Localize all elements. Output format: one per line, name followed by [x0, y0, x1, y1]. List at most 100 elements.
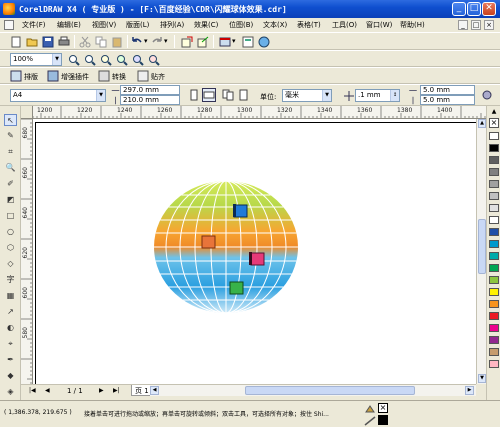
redo-dropdown-arrow[interactable]: ▾: [164, 37, 168, 45]
zoom-page-icon[interactable]: [132, 54, 144, 66]
portrait-icon[interactable]: [188, 89, 200, 101]
open-folder-icon[interactable]: [26, 36, 38, 48]
smart-fill-tool-icon[interactable]: ◩: [4, 194, 17, 206]
color-swatch[interactable]: [489, 132, 499, 140]
duplicate-y-input[interactable]: 5.0 mm: [420, 95, 475, 105]
color-swatch[interactable]: [489, 156, 499, 164]
color-swatch[interactable]: [489, 360, 499, 368]
redo-icon[interactable]: [151, 36, 163, 48]
dimension-tool-icon[interactable]: ↗: [4, 306, 17, 318]
zoom-selected-icon[interactable]: [100, 54, 112, 66]
color-swatch[interactable]: [489, 144, 499, 152]
all-pages-icon[interactable]: [222, 89, 234, 101]
color-swatch[interactable]: [489, 192, 499, 200]
menu-arrange[interactable]: 排列(A): [160, 20, 184, 30]
outline-indicator-icon[interactable]: [364, 416, 376, 426]
menu-effects[interactable]: 效果(C): [194, 20, 218, 30]
snap-button[interactable]: 贴齐: [151, 72, 165, 82]
ruler-origin[interactable]: [21, 106, 33, 119]
options-icon[interactable]: [481, 89, 493, 101]
trim-button[interactable]: 排版: [24, 72, 38, 82]
outline-color-swatch[interactable]: [378, 415, 388, 425]
close-button[interactable]: ✕: [482, 2, 496, 16]
zoom-out-icon[interactable]: [84, 54, 96, 66]
color-swatch[interactable]: [489, 228, 499, 236]
scroll-right-icon[interactable]: ▶: [465, 386, 474, 395]
zoom-in-icon[interactable]: [68, 54, 80, 66]
corel-online-icon[interactable]: [258, 36, 270, 48]
no-fill-swatch[interactable]: ×: [489, 118, 499, 128]
table-tool-icon[interactable]: ▦: [4, 290, 17, 302]
color-swatch[interactable]: [489, 312, 499, 320]
new-document-icon[interactable]: [10, 36, 22, 48]
zoom-page-width-icon[interactable]: [148, 54, 160, 66]
scroll-down-icon[interactable]: ▼: [478, 374, 486, 383]
menu-tools[interactable]: 工具(O): [332, 20, 357, 30]
color-swatch[interactable]: [489, 252, 499, 260]
vertical-ruler[interactable]: 680 660 640 620 600 580: [21, 119, 33, 384]
interactive-fill-tool-icon[interactable]: ◈: [4, 386, 17, 398]
crop-tool-icon[interactable]: ⌗: [4, 146, 17, 158]
menu-layout[interactable]: 版面(L): [126, 20, 149, 30]
color-swatch[interactable]: [489, 204, 499, 212]
doc-minimize-button[interactable]: _: [458, 20, 468, 30]
enhance-plugin-button[interactable]: 增强插件: [61, 72, 89, 82]
zoom-level-select[interactable]: 100% ▼: [10, 53, 62, 66]
coreldraw-app-icon[interactable]: [3, 3, 15, 15]
menu-help[interactable]: 帮助(H): [400, 20, 425, 30]
launcher-dropdown-arrow[interactable]: ▾: [232, 37, 236, 45]
duplicate-x-input[interactable]: 5.0 mm: [420, 85, 475, 95]
shape-tool-icon[interactable]: ✎: [4, 130, 17, 142]
color-swatch[interactable]: [489, 300, 499, 308]
green-square[interactable]: [229, 281, 244, 295]
minimize-button[interactable]: _: [452, 2, 466, 16]
horizontal-scrollbar[interactable]: ◀ ▶: [150, 384, 476, 396]
nudge-distance-input[interactable]: .1 mm ↕: [355, 89, 400, 102]
document-icon[interactable]: [4, 20, 14, 30]
fill-indicator-icon[interactable]: [364, 404, 376, 414]
first-page-button[interactable]: |◀: [29, 387, 36, 394]
color-swatch[interactable]: [489, 324, 499, 332]
current-page-icon[interactable]: [237, 89, 249, 101]
menu-text[interactable]: 文本(X): [263, 20, 287, 30]
basic-shapes-tool-icon[interactable]: ◇: [4, 258, 17, 270]
menu-table[interactable]: 表格(T): [297, 20, 321, 30]
save-icon[interactable]: [42, 36, 54, 48]
undo-dropdown-arrow[interactable]: ▾: [144, 37, 148, 45]
color-swatch[interactable]: [489, 288, 499, 296]
polygon-tool-icon[interactable]: ⬡: [4, 242, 17, 254]
zoom-all-objects-icon[interactable]: [116, 54, 128, 66]
color-swatch[interactable]: [489, 336, 499, 344]
menu-view[interactable]: 视图(V): [92, 20, 116, 30]
convert-button[interactable]: 转换: [112, 72, 126, 82]
outline-tool-icon[interactable]: ✒: [4, 354, 17, 366]
text-tool-icon[interactable]: 字: [4, 274, 17, 286]
maximize-button[interactable]: □: [467, 2, 481, 16]
previous-page-button[interactable]: ◀: [45, 387, 50, 394]
fill-none-swatch[interactable]: ×: [378, 403, 388, 413]
pink-square[interactable]: [250, 252, 265, 266]
color-swatch[interactable]: [489, 180, 499, 188]
color-swatch[interactable]: [489, 276, 499, 284]
orange-square[interactable]: [201, 235, 216, 249]
page-size-select[interactable]: A4 ▼: [10, 89, 106, 102]
color-swatch[interactable]: [489, 216, 499, 224]
paste-icon[interactable]: [111, 36, 123, 48]
shiny-sphere-artwork[interactable]: [33, 119, 486, 384]
menu-bitmaps[interactable]: 位图(B): [229, 20, 253, 30]
color-swatch[interactable]: [489, 348, 499, 356]
menu-edit[interactable]: 编辑(E): [57, 20, 81, 30]
drawing-canvas[interactable]: [33, 119, 486, 384]
color-swatch[interactable]: [489, 240, 499, 248]
cut-icon[interactable]: [79, 36, 91, 48]
print-icon[interactable]: [58, 36, 70, 48]
last-page-button[interactable]: ▶|: [113, 387, 120, 394]
import-icon[interactable]: [181, 36, 193, 48]
welcome-screen-icon[interactable]: [242, 36, 254, 48]
fill-tool-icon[interactable]: ◆: [4, 370, 17, 382]
page-height-input[interactable]: 210.0 mm: [120, 95, 180, 105]
vertical-scroll-thumb[interactable]: [478, 219, 486, 274]
horizontal-scroll-thumb[interactable]: [245, 386, 415, 395]
vertical-scrollbar[interactable]: ▲ ▼: [476, 119, 486, 384]
next-page-button[interactable]: ▶: [99, 387, 104, 394]
